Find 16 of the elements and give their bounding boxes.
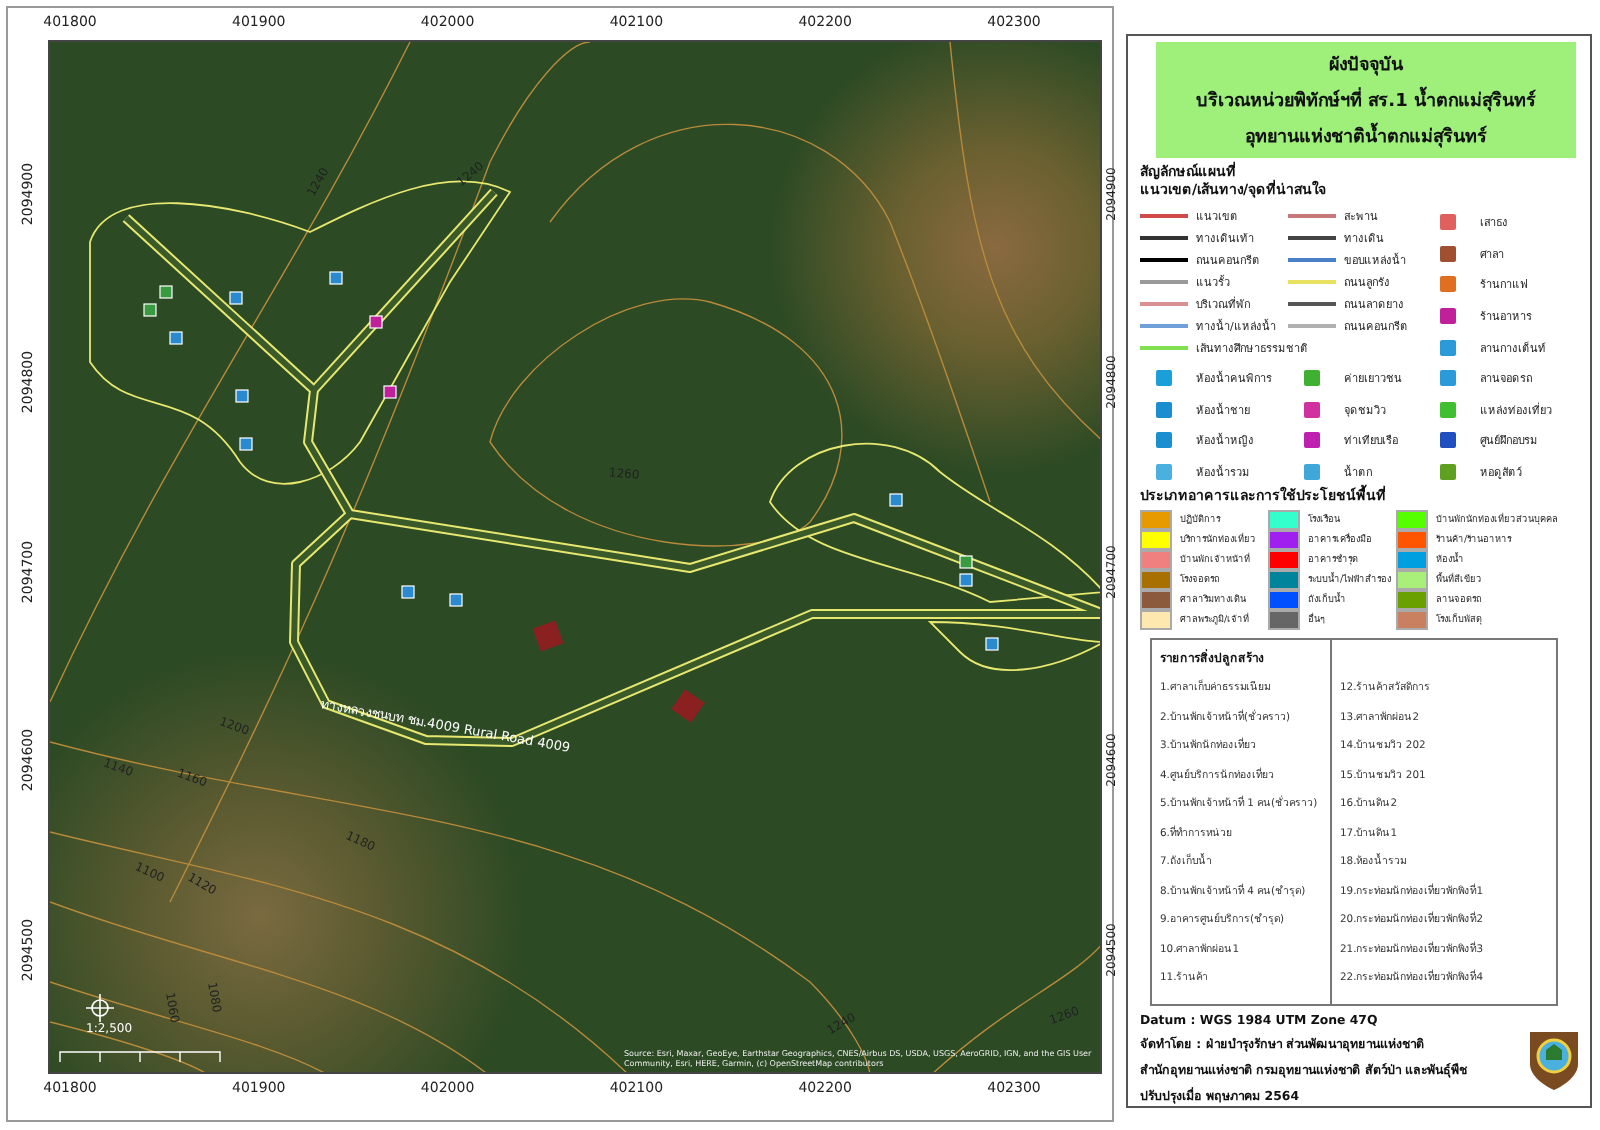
map-symbol-icon [235, 389, 249, 403]
map-symbol-icon [329, 271, 343, 285]
map-symbol-icon [383, 385, 397, 399]
park-emblem-icon [1526, 1028, 1582, 1092]
map-symbol-icon [889, 493, 903, 507]
map-symbol-icon [239, 437, 253, 451]
north-arrow-icon [85, 993, 115, 1023]
map-symbol-icon [401, 585, 415, 599]
map-symbol-icon [985, 637, 999, 651]
map-title: ผังปัจจุบัน [1329, 53, 1403, 78]
map-symbol-icon [449, 593, 463, 607]
map-title: อุทยานแห่งชาติน้ำตกแม่สุรินทร์ [1245, 122, 1487, 150]
map-symbol-icon [369, 315, 383, 329]
map-symbol-icon [229, 291, 243, 305]
building-shape [532, 620, 564, 652]
map-title: บริเวณหน่วยพิทักษ์ฯที่ สร.1 น้ำตกแม่สุรินทร์ [1196, 86, 1536, 114]
